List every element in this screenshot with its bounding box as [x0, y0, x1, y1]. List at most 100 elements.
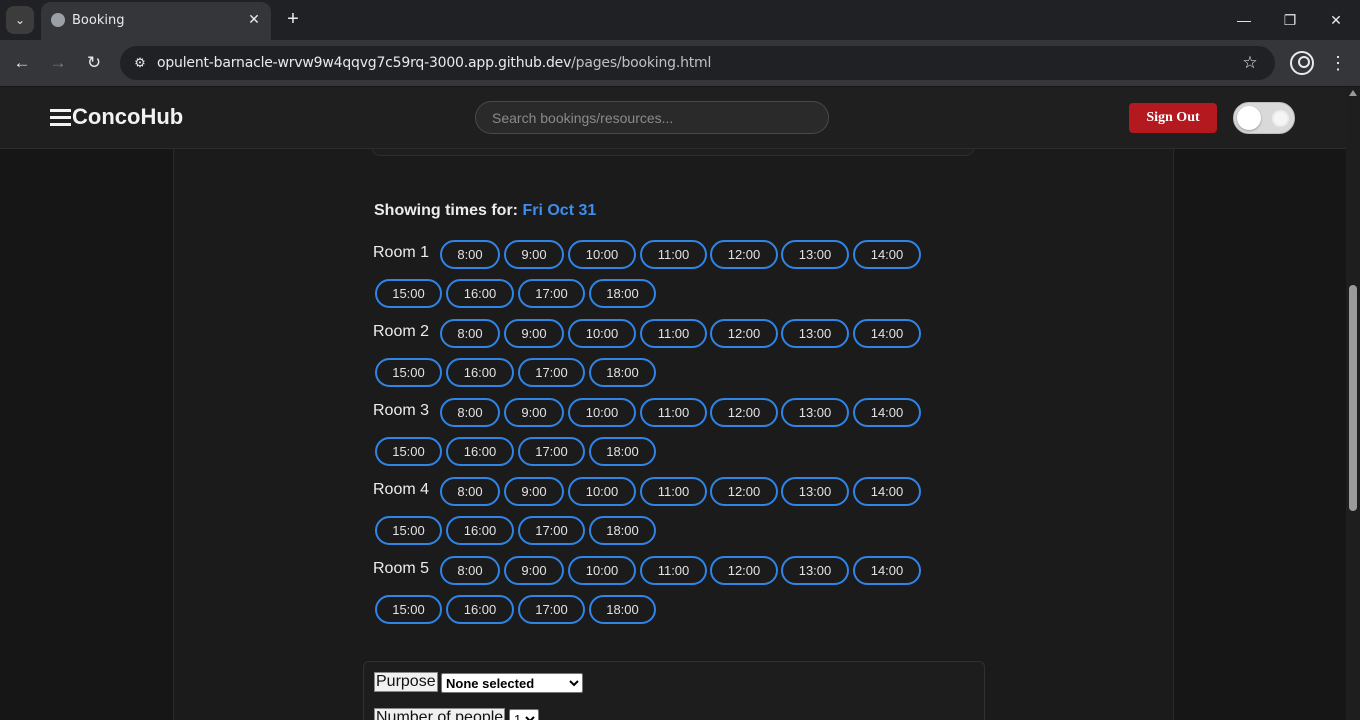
time-slot-button[interactable]: 16:00 [446, 595, 514, 624]
people-select[interactable]: 1 [509, 709, 539, 720]
sun-icon [1274, 112, 1287, 125]
time-slot-button[interactable]: 8:00 [440, 398, 500, 427]
time-slot-button[interactable]: 18:00 [589, 358, 656, 387]
back-arrow-icon[interactable]: ← [10, 51, 34, 75]
time-slot-button[interactable]: 12:00 [710, 319, 778, 348]
theme-toggle[interactable] [1233, 102, 1295, 134]
time-slot-button[interactable]: 18:00 [589, 279, 656, 308]
time-slot-button[interactable]: 10:00 [568, 398, 636, 427]
room-label: Room 5 [373, 560, 430, 577]
time-slot-button[interactable]: 12:00 [710, 556, 778, 585]
browser-tab-strip: ⌄ Booking ✕ + — ❐ ✕ [0, 0, 1360, 42]
time-slot-button[interactable]: 10:00 [568, 319, 636, 348]
time-slot-button[interactable]: 18:00 [589, 595, 656, 624]
sign-out-button[interactable]: Sign Out [1129, 103, 1217, 133]
scroll-thumb[interactable] [1349, 285, 1357, 511]
time-slot-button[interactable]: 8:00 [440, 319, 500, 348]
url-host: opulent-barnacle-wrvw9w4qqvg7c59rq-3000.… [157, 55, 572, 71]
time-slot-button[interactable]: 18:00 [589, 516, 656, 545]
showing-label: Showing times for: [374, 202, 518, 219]
booking-form: Purpose None selected Number of people 1 [363, 661, 985, 720]
time-slot-button[interactable]: 9:00 [504, 319, 564, 348]
time-slot-button[interactable]: 11:00 [640, 319, 707, 348]
time-slot-button[interactable]: 12:00 [710, 477, 778, 506]
room-label: Room 2 [373, 323, 430, 340]
time-slot-button[interactable]: 17:00 [518, 358, 585, 387]
time-slot-button[interactable]: 17:00 [518, 279, 585, 308]
time-slot-button[interactable]: 13:00 [781, 398, 849, 427]
window-close-icon[interactable]: ✕ [1323, 8, 1349, 32]
time-slot-button[interactable]: 8:00 [440, 477, 500, 506]
time-slot-button[interactable]: 12:00 [710, 398, 778, 427]
time-slot-button[interactable]: 18:00 [589, 437, 656, 466]
brand-logo[interactable]: ConcoHub [72, 104, 183, 130]
time-slot-button[interactable]: 11:00 [640, 398, 707, 427]
showing-times-heading: Showing times for: Fri Oct 31 [374, 202, 596, 220]
search-input[interactable] [475, 101, 829, 134]
time-slot-button[interactable]: 13:00 [781, 240, 849, 269]
room-label: Room 4 [373, 481, 430, 498]
time-slot-button[interactable]: 17:00 [518, 595, 585, 624]
tab-title: Booking [72, 13, 125, 28]
main-content: Showing times for: Fri Oct 31 Room 1 8:00… [173, 87, 1174, 720]
hamburger-menu-icon[interactable] [50, 109, 71, 127]
purpose-select[interactable]: None selected [441, 673, 583, 693]
browser-toolbar: ← → ↻ ⚙ opulent-barnacle-wrvw9w4qqvg7c59… [0, 40, 1360, 86]
site-info-icon[interactable]: ⚙ [129, 52, 151, 74]
time-slot-button[interactable]: 16:00 [446, 358, 514, 387]
time-slot-button[interactable]: 15:00 [375, 437, 442, 466]
time-slot-button[interactable]: 15:00 [375, 358, 442, 387]
time-slot-button[interactable]: 14:00 [853, 398, 921, 427]
tab-search-button[interactable]: ⌄ [6, 6, 34, 34]
time-slot-button[interactable]: 16:00 [446, 516, 514, 545]
time-slot-button[interactable]: 14:00 [853, 556, 921, 585]
url-path: /pages/booking.html [571, 55, 712, 71]
time-slot-button[interactable]: 14:00 [853, 477, 921, 506]
time-slot-button[interactable]: 17:00 [518, 516, 585, 545]
time-slot-button[interactable]: 8:00 [440, 556, 500, 585]
browser-tab-booking[interactable]: Booking ✕ [41, 2, 271, 42]
scroll-up-arrow-icon[interactable] [1349, 90, 1357, 96]
bookmark-star-icon[interactable]: ☆ [1239, 52, 1261, 74]
menu-kebab-icon[interactable]: ⋮ [1328, 51, 1348, 75]
time-slot-button[interactable]: 11:00 [640, 240, 707, 269]
time-slot-button[interactable]: 13:00 [781, 556, 849, 585]
room-label: Room 1 [373, 244, 430, 261]
time-slot-button[interactable]: 11:00 [640, 556, 707, 585]
time-slot-button[interactable]: 16:00 [446, 279, 514, 308]
minimize-icon[interactable]: — [1231, 8, 1257, 32]
time-slot-button[interactable]: 9:00 [504, 477, 564, 506]
time-slot-button[interactable]: 15:00 [375, 279, 442, 308]
time-slot-button[interactable]: 14:00 [853, 240, 921, 269]
url-text: opulent-barnacle-wrvw9w4qqvg7c59rq-3000.… [157, 55, 711, 71]
time-slot-button[interactable]: 17:00 [518, 437, 585, 466]
page-viewport: Showing times for: Fri Oct 31 Room 1 8:00… [0, 87, 1346, 720]
time-slot-button[interactable]: 13:00 [781, 319, 849, 348]
time-slot-button[interactable]: 10:00 [568, 477, 636, 506]
close-icon[interactable]: ✕ [245, 10, 263, 28]
time-slot-button[interactable]: 15:00 [375, 516, 442, 545]
time-slot-button[interactable]: 9:00 [504, 556, 564, 585]
reload-icon[interactable]: ↻ [82, 51, 106, 75]
selected-date: Fri Oct 31 [522, 202, 597, 219]
restore-icon[interactable]: ❐ [1277, 8, 1303, 32]
time-slot-button[interactable]: 10:00 [568, 240, 636, 269]
time-slot-button[interactable]: 8:00 [440, 240, 500, 269]
time-slot-button[interactable]: 16:00 [446, 437, 514, 466]
people-label: Number of people [374, 708, 506, 720]
time-slot-button[interactable]: 13:00 [781, 477, 849, 506]
time-slot-button[interactable]: 14:00 [853, 319, 921, 348]
time-slot-button[interactable]: 12:00 [710, 240, 778, 269]
time-slot-button[interactable]: 15:00 [375, 595, 442, 624]
profile-icon[interactable] [1290, 51, 1314, 75]
time-slot-button[interactable]: 9:00 [504, 240, 564, 269]
forward-arrow-icon[interactable]: → [46, 51, 70, 75]
globe-icon [51, 13, 65, 27]
address-bar[interactable]: ⚙ opulent-barnacle-wrvw9w4qqvg7c59rq-300… [120, 46, 1275, 80]
time-slot-button[interactable]: 11:00 [640, 477, 707, 506]
time-slot-button[interactable]: 10:00 [568, 556, 636, 585]
toggle-knob [1237, 106, 1261, 130]
new-tab-button[interactable]: + [282, 8, 304, 30]
time-slot-button[interactable]: 9:00 [504, 398, 564, 427]
page-scrollbar[interactable] [1346, 87, 1360, 720]
